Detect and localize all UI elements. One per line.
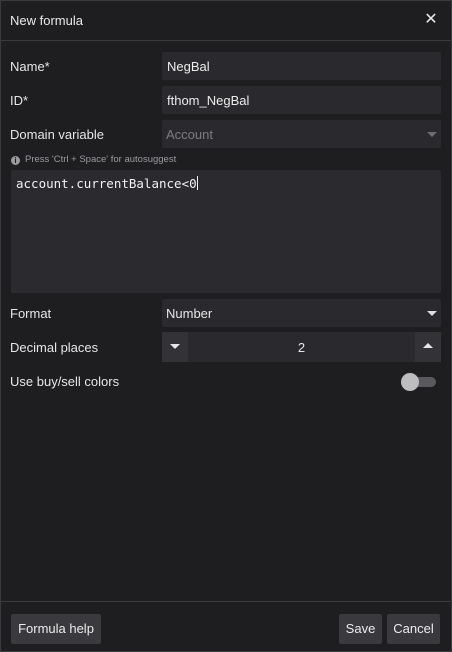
caret-up-icon: [423, 343, 433, 348]
chevron-down-icon: [427, 132, 437, 137]
decimal-places-value[interactable]: 2: [188, 340, 415, 355]
info-icon: i: [11, 156, 20, 165]
decimal-places-stepper[interactable]: 2: [162, 332, 441, 362]
format-value: Number: [166, 306, 213, 321]
caret-down-icon: [170, 344, 180, 349]
id-field[interactable]: [162, 86, 441, 114]
format-label: Format: [10, 306, 52, 321]
text-cursor: [196, 176, 198, 190]
autosuggest-hint-text: Press 'Ctrl + Space' for autosuggest: [25, 154, 177, 165]
toggle-knob: [401, 373, 419, 391]
format-select[interactable]: Number: [162, 299, 441, 327]
formula-editor[interactable]: account.currentBalance<0: [11, 170, 441, 293]
domain-variable-select[interactable]: Account: [162, 120, 441, 148]
id-input[interactable]: [163, 87, 440, 113]
dialog-header: New formula ✕: [1, 1, 451, 41]
name-field[interactable]: [162, 52, 441, 80]
buy-sell-colors-label: Use buy/sell colors: [10, 374, 120, 389]
buy-sell-colors-toggle[interactable]: [400, 373, 438, 391]
close-icon[interactable]: ✕: [422, 11, 440, 29]
formula-help-button[interactable]: Formula help: [11, 614, 101, 644]
new-formula-dialog: New formula ✕ Name* ID* Domain variable …: [0, 0, 452, 652]
id-label: ID*: [10, 93, 29, 108]
domain-variable-value: Account: [166, 127, 213, 142]
decimal-places-label: Decimal places: [10, 340, 99, 355]
formula-expression[interactable]: account.currentBalance<0: [16, 176, 198, 191]
domain-variable-label: Domain variable: [10, 127, 104, 142]
name-input[interactable]: [163, 53, 440, 79]
dialog-footer: Formula help Save Cancel: [1, 601, 451, 652]
dialog-title: New formula: [10, 13, 83, 28]
cancel-button[interactable]: Cancel: [387, 614, 440, 644]
save-button[interactable]: Save: [339, 614, 382, 644]
autosuggest-hint: i Press 'Ctrl + Space' for autosuggest: [11, 154, 176, 165]
chevron-down-icon: [427, 311, 437, 316]
increment-button[interactable]: [415, 332, 441, 362]
name-label: Name*: [10, 59, 50, 74]
decrement-button[interactable]: [162, 332, 188, 362]
